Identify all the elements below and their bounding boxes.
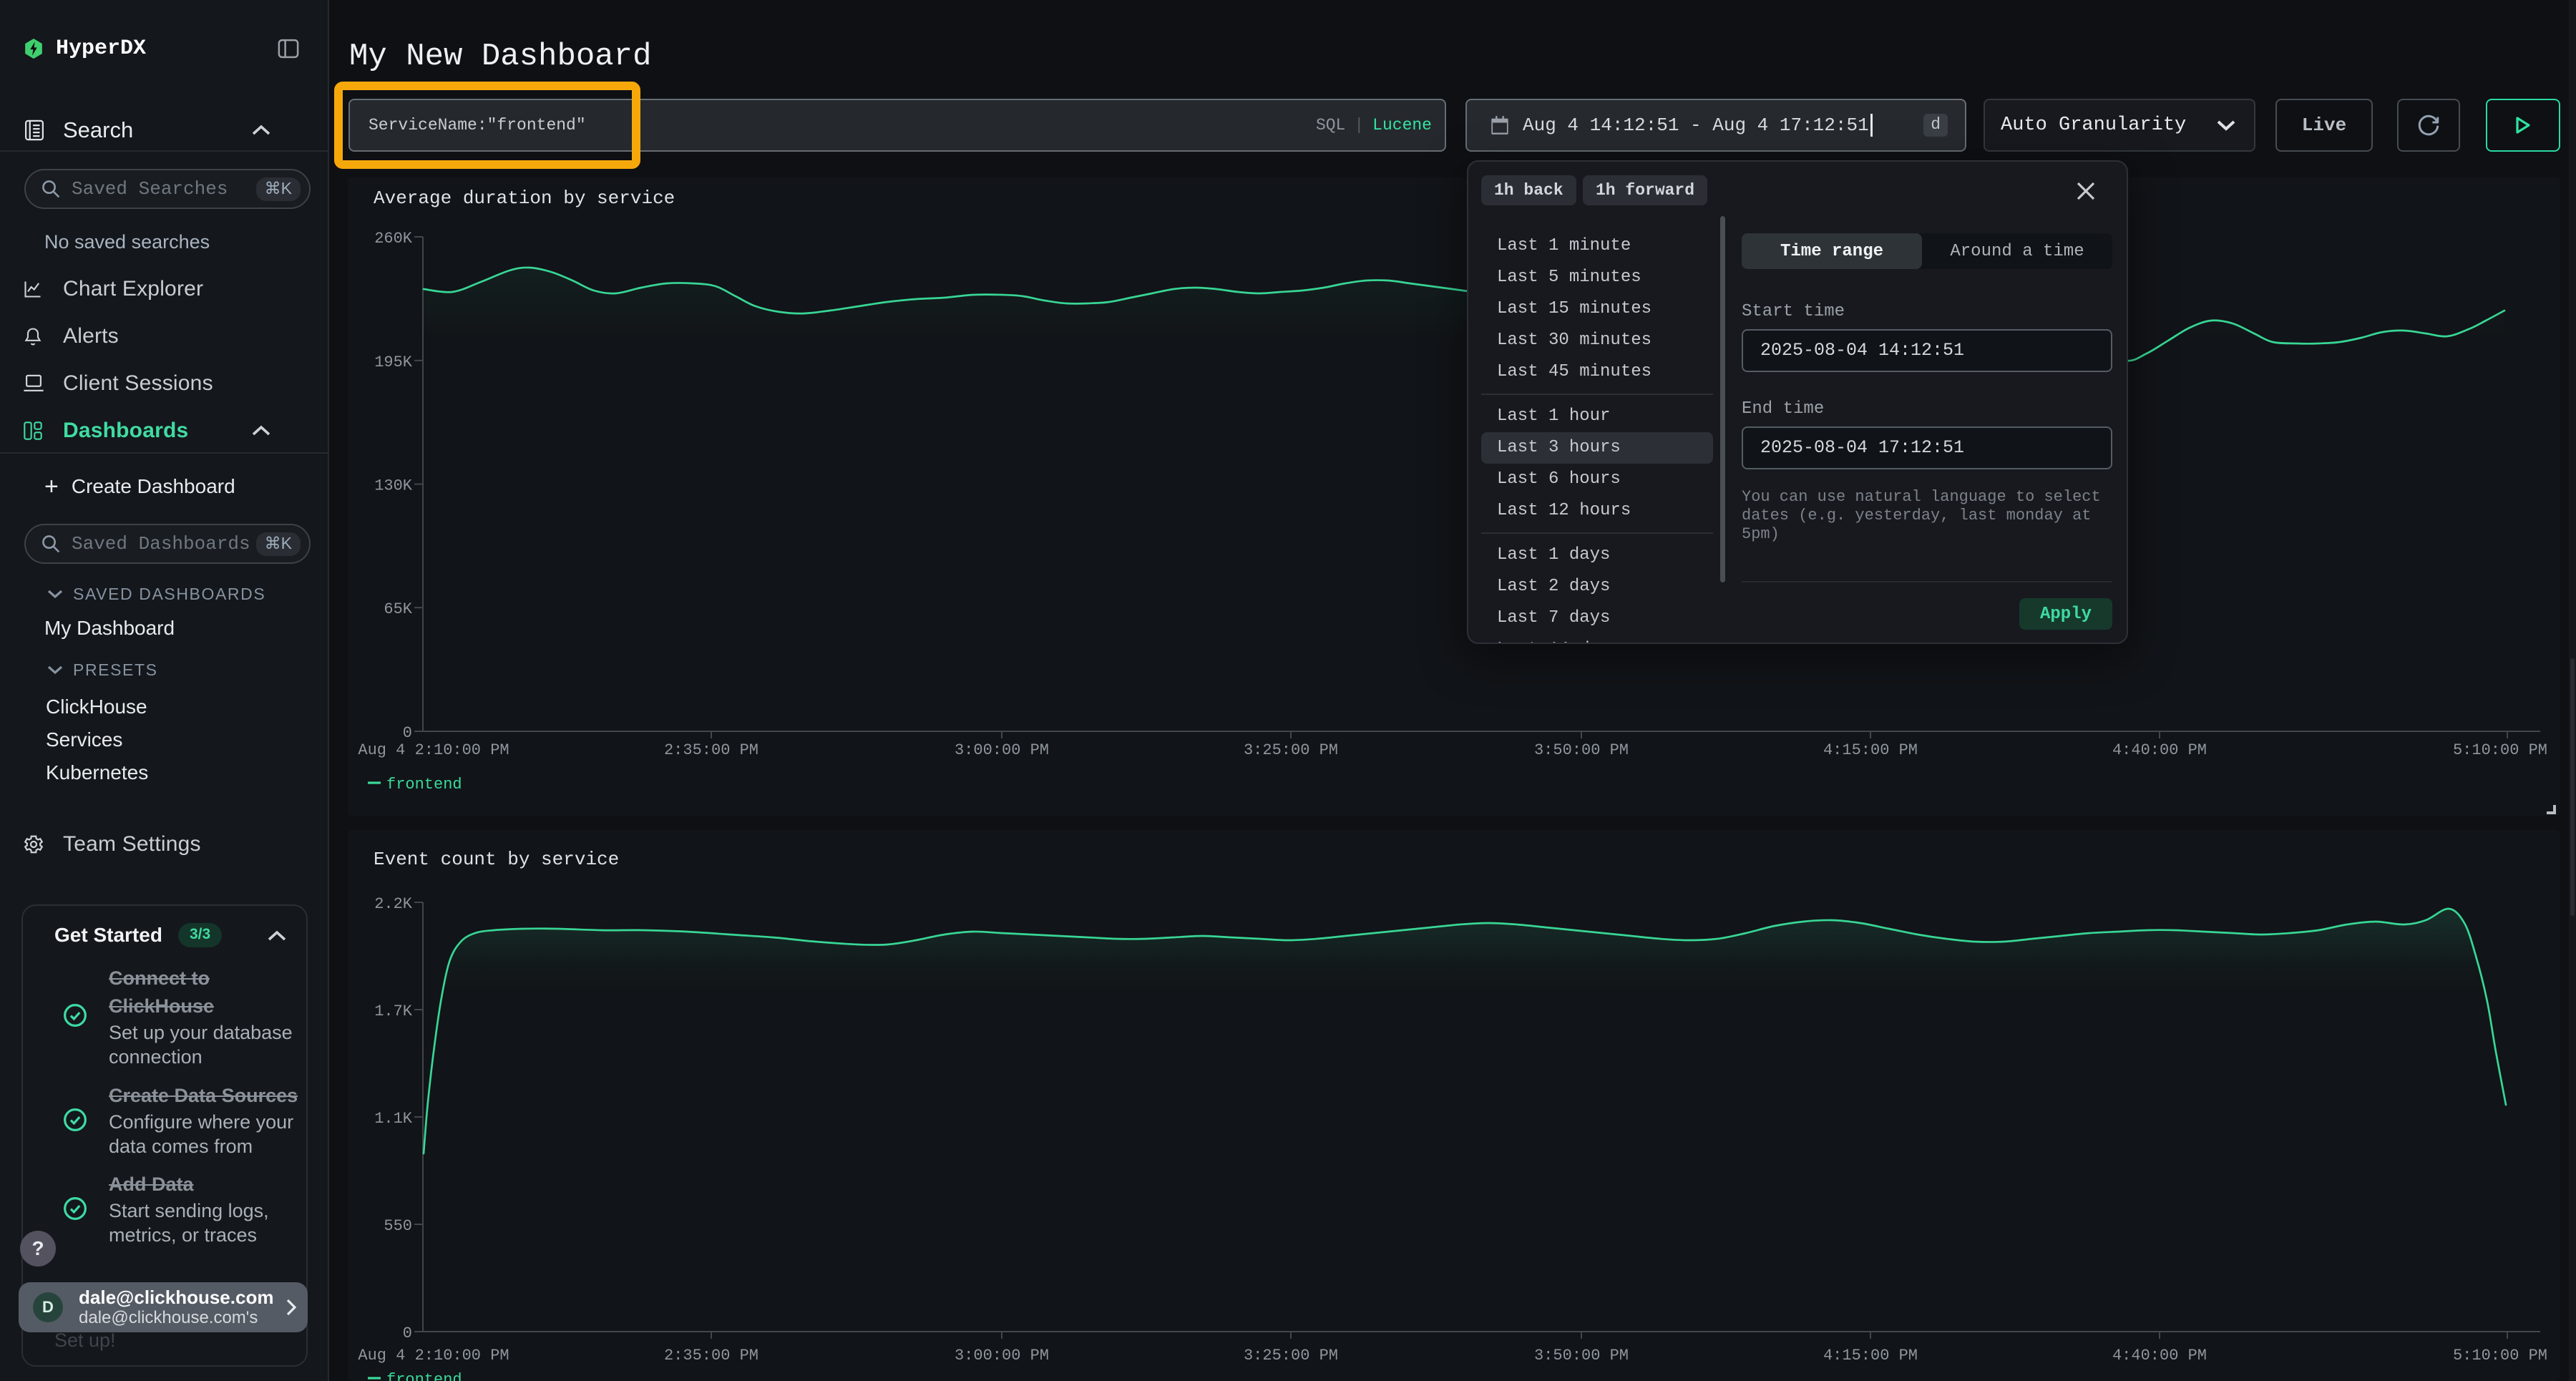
svg-text:4:15:00 PM: 4:15:00 PM (1823, 741, 1918, 759)
svg-text:4:15:00 PM: 4:15:00 PM (1823, 1347, 1918, 1365)
svg-text:3:00:00 PM: 3:00:00 PM (955, 1347, 1049, 1365)
svg-text:Average duration by service: Average duration by service (374, 187, 675, 209)
svg-text:5:10:00 PM: 5:10:00 PM (2453, 741, 2547, 759)
svg-text:195K: 195K (374, 353, 413, 371)
svg-text:4:40:00 PM: 4:40:00 PM (2112, 741, 2207, 759)
svg-text:260K: 260K (374, 230, 413, 248)
svg-text:130K: 130K (374, 477, 413, 495)
svg-text:3:25:00 PM: 3:25:00 PM (1244, 741, 1338, 759)
svg-text:550: 550 (384, 1217, 412, 1235)
svg-text:65K: 65K (384, 600, 412, 618)
svg-text:1.7K: 1.7K (374, 1002, 413, 1020)
svg-text:0: 0 (403, 724, 412, 742)
svg-text:0: 0 (403, 1324, 412, 1342)
svg-text:4:40:00 PM: 4:40:00 PM (2112, 1347, 2207, 1365)
svg-text:1.1K: 1.1K (374, 1110, 413, 1128)
svg-text:3:25:00 PM: 3:25:00 PM (1244, 1347, 1338, 1365)
svg-text:2:35:00 PM: 2:35:00 PM (664, 1347, 758, 1365)
svg-text:3:50:00 PM: 3:50:00 PM (1534, 741, 1629, 759)
svg-text:2.2K: 2.2K (374, 895, 413, 913)
svg-text:frontend: frontend (386, 1371, 462, 1381)
svg-text:Aug 4 2:10:00 PM: Aug 4 2:10:00 PM (358, 741, 509, 759)
svg-text:3:50:00 PM: 3:50:00 PM (1534, 1347, 1629, 1365)
svg-text:5:10:00 PM: 5:10:00 PM (2453, 1347, 2547, 1365)
svg-text:Aug 4 2:10:00 PM: Aug 4 2:10:00 PM (358, 1347, 509, 1365)
svg-text:Event count by service: Event count by service (374, 849, 619, 870)
svg-text:2:35:00 PM: 2:35:00 PM (664, 741, 758, 759)
svg-text:3:00:00 PM: 3:00:00 PM (955, 741, 1049, 759)
svg-text:frontend: frontend (386, 776, 462, 794)
